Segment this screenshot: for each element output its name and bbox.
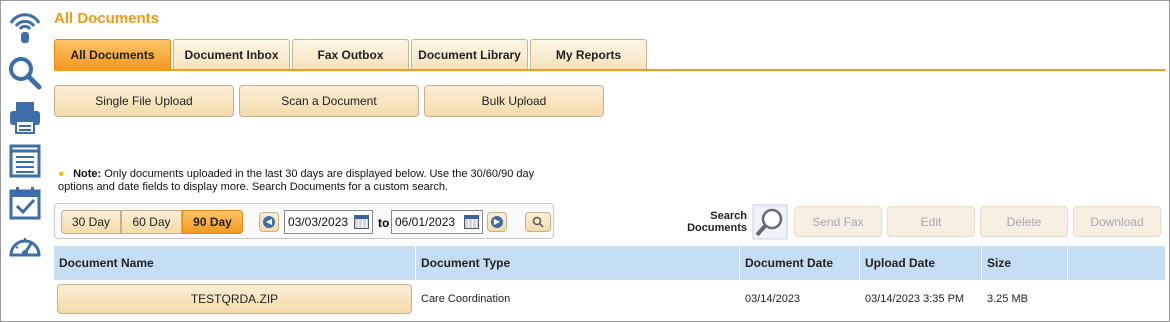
cell-upload-date: 03/14/2023 3:35 PM — [865, 293, 965, 305]
signal-icon[interactable] — [7, 9, 43, 45]
page-title: All Documents — [54, 10, 160, 27]
edit-button[interactable]: Edit — [887, 206, 975, 237]
dashboard-gauge-icon[interactable] — [7, 229, 43, 265]
range-90-day[interactable]: 90 Day — [182, 210, 243, 234]
next-range-button[interactable]: ▶ — [487, 212, 507, 232]
delete-button[interactable]: Delete — [980, 206, 1068, 237]
range-60-day[interactable]: 60 Day — [121, 210, 182, 234]
arrow-left-icon: ◀ — [263, 216, 275, 228]
range-30-day[interactable]: 30 Day — [61, 210, 121, 234]
send-fax-button[interactable]: Send Fax — [794, 206, 882, 237]
info-note: ● Note: Only documents uploaded in the l… — [58, 168, 558, 194]
table-header: Document Name Document Type Document Dat… — [54, 246, 1165, 280]
from-date-field[interactable]: 03/03/2023 — [284, 210, 373, 234]
col-document-type[interactable]: Document Type — [416, 246, 740, 280]
tab-underline — [54, 69, 1165, 71]
col-document-date[interactable]: Document Date — [740, 246, 860, 280]
tab-fax-outbox[interactable]: Fax Outbox — [292, 39, 409, 69]
main-frame: All Documents All Documents Document Inb… — [0, 0, 1170, 322]
calendar-icon[interactable] — [464, 215, 479, 229]
tab-all-documents[interactable]: All Documents — [54, 39, 171, 69]
search-documents-icon[interactable] — [752, 204, 788, 240]
tab-document-library[interactable]: Document Library — [411, 39, 528, 69]
cell-document-date: 03/14/2023 — [745, 293, 801, 305]
calendar-icon[interactable] — [354, 215, 369, 229]
to-date-field[interactable]: 06/01/2023 — [391, 210, 483, 234]
range-search-button[interactable] — [525, 212, 551, 232]
bulk-upload-button[interactable]: Bulk Upload — [424, 85, 604, 117]
fax-icon[interactable] — [7, 99, 43, 135]
cell-document-type: Care Coordination — [421, 293, 511, 305]
to-label: to — [378, 216, 390, 230]
col-size[interactable]: Size — [982, 246, 1068, 280]
search-label-line2: Documents — [687, 222, 747, 234]
scan-document-button[interactable]: Scan a Document — [239, 85, 419, 117]
list-icon[interactable] — [7, 143, 43, 179]
col-upload-date[interactable]: Upload Date — [860, 246, 982, 280]
search-label-line1: Search — [710, 210, 747, 222]
note-label: Note: — [73, 168, 102, 180]
arrow-right-icon: ▶ — [491, 216, 503, 228]
calendar-check-icon[interactable] — [7, 185, 43, 221]
tab-document-inbox[interactable]: Document Inbox — [173, 39, 290, 69]
magnifier-icon — [532, 216, 544, 228]
single-file-upload-button[interactable]: Single File Upload — [54, 85, 234, 117]
tab-my-reports[interactable]: My Reports — [530, 39, 647, 69]
search-icon[interactable] — [7, 55, 43, 91]
note-text: Only documents uploaded in the last 30 d… — [58, 168, 535, 193]
document-link-button[interactable]: TESTQRDA.ZIP — [57, 284, 412, 314]
prev-range-button[interactable]: ◀ — [259, 212, 279, 232]
to-date-value: 06/01/2023 — [395, 215, 456, 229]
download-button[interactable]: Download — [1073, 206, 1161, 237]
lightbulb-icon: ● — [58, 168, 65, 180]
date-range-panel: 30 Day 60 Day 90 Day ◀ 03/03/2023 to 06/… — [54, 203, 554, 239]
col-document-name[interactable]: Document Name — [54, 246, 416, 280]
cell-size: 3.25 MB — [987, 293, 1028, 305]
from-date-value: 03/03/2023 — [288, 215, 349, 229]
search-documents-label: Search Documents — [681, 210, 747, 234]
